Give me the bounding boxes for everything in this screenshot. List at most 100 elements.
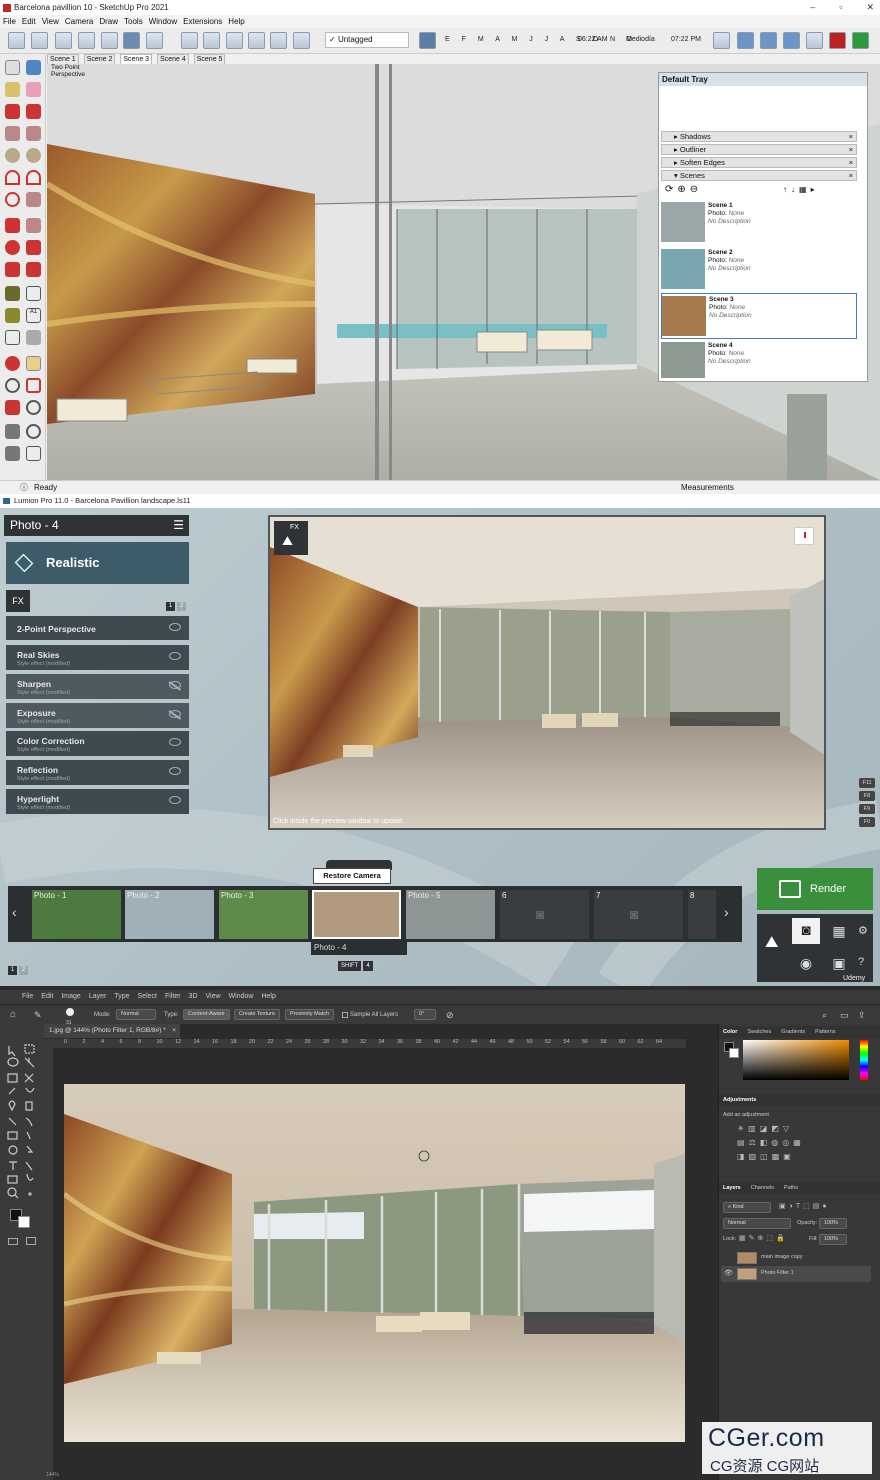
ps-menu-select[interactable]: Select xyxy=(138,990,157,1004)
front-view-icon[interactable] xyxy=(226,32,243,49)
restore-camera-tooltip[interactable]: Restore Camera xyxy=(313,868,391,884)
rotate-tool-icon[interactable] xyxy=(5,240,20,255)
polygon-tool-icon[interactable] xyxy=(26,148,41,163)
workspace-icon[interactable]: ▭ xyxy=(840,1005,849,1025)
position-camera-icon[interactable] xyxy=(5,424,20,439)
effect-sharpen[interactable]: Sharpen Style effect (modified) xyxy=(6,674,189,699)
extension-5-icon[interactable] xyxy=(829,32,846,49)
menu-file[interactable]: File xyxy=(3,15,16,28)
strip-page-1[interactable]: 1 xyxy=(8,966,17,975)
previous-view-icon[interactable] xyxy=(26,400,41,415)
extension-6-icon[interactable] xyxy=(852,32,869,49)
tag-dropdown[interactable]: ✓ Untagged xyxy=(325,32,409,48)
offset-tool-icon[interactable] xyxy=(26,262,41,277)
render-button[interactable]: Render xyxy=(757,868,873,910)
search-icon[interactable]: ⌕ xyxy=(822,1005,827,1025)
visibility-eye-icon[interactable] xyxy=(169,767,181,775)
menu-draw[interactable]: Draw xyxy=(99,15,118,28)
camera-view-icon[interactable] xyxy=(794,527,814,545)
tab-layers[interactable]: Layers xyxy=(723,1182,741,1194)
scale-tool-icon[interactable] xyxy=(5,262,20,277)
strip-page-2[interactable]: 2 xyxy=(19,966,28,975)
style-button[interactable]: Realistic xyxy=(6,542,189,584)
camera-orbit-icon[interactable] xyxy=(713,32,730,49)
document-image[interactable] xyxy=(64,1084,685,1442)
background-color-swatch[interactable] xyxy=(18,1216,30,1228)
ps-menu-edit[interactable]: Edit xyxy=(41,990,53,1004)
rotated-rectangle-icon[interactable] xyxy=(26,126,41,141)
settings-gear-icon[interactable]: ⚙ xyxy=(858,924,868,937)
zoom-extents-icon[interactable] xyxy=(5,400,20,415)
fx-figure-icon[interactable]: ⛰ xyxy=(765,934,778,952)
effect-real-skies[interactable]: Real Skies Style effect (modified) xyxy=(6,645,189,670)
shadows-toggle-icon[interactable] xyxy=(419,32,436,49)
walk-tool-icon[interactable] xyxy=(5,446,20,461)
scene-tab-2[interactable]: Scene 2 xyxy=(83,54,116,64)
key-f8[interactable]: F8 xyxy=(859,791,875,801)
3d-text-icon[interactable] xyxy=(26,330,41,345)
visibility-eye-icon[interactable] xyxy=(169,652,181,660)
minimize-button[interactable]: – xyxy=(810,0,815,15)
ps-menu-3d[interactable]: 3D xyxy=(189,990,198,1004)
two-point-arc-icon[interactable] xyxy=(26,170,41,185)
key-f9[interactable]: F9 xyxy=(859,804,875,814)
view-options-icon[interactable]: ▦ xyxy=(799,185,811,194)
scene-tab-5[interactable]: Scene 5 xyxy=(193,54,226,64)
vibrance-icon[interactable]: ▽ xyxy=(783,1124,793,1133)
menu-help[interactable]: Help xyxy=(228,15,244,28)
style-hiddenline-icon[interactable] xyxy=(78,32,95,49)
photo-thumb-8[interactable]: 8 xyxy=(688,890,716,939)
angle-field[interactable]: 0° xyxy=(414,1009,436,1020)
circle-tool-icon[interactable] xyxy=(5,148,20,163)
pie-tool-icon[interactable] xyxy=(26,192,41,207)
black-white-icon[interactable]: ◧ xyxy=(760,1138,772,1147)
ps-menu-image[interactable]: Image xyxy=(61,990,80,1004)
home-icon[interactable]: ⌂ xyxy=(10,1005,16,1025)
three-point-arc-icon[interactable] xyxy=(5,192,20,207)
top-view-icon[interactable] xyxy=(203,32,220,49)
tab-patterns[interactable]: Patterns xyxy=(815,1026,835,1038)
layer-row-main-image-copy[interactable]: main image copy xyxy=(721,1250,871,1266)
extension-4-icon[interactable] xyxy=(806,32,823,49)
ps-menu-window[interactable]: Window xyxy=(229,990,254,1004)
scene-tab-1[interactable]: Scene 1 xyxy=(47,54,79,64)
ps-menu-filter[interactable]: Filter xyxy=(165,990,181,1004)
layer-filter-kind[interactable]: ⌕ Kind xyxy=(723,1202,771,1213)
layer-row-photo-filter[interactable]: 👁 Photo Filter 1 xyxy=(721,1266,871,1282)
menu-window[interactable]: Window xyxy=(149,15,177,28)
ps-menu-file[interactable]: File xyxy=(22,990,33,1004)
move-scene-up-icon[interactable]: ↑ xyxy=(783,185,791,194)
text-tool-icon[interactable]: A1 xyxy=(26,308,41,323)
paint-bucket-icon[interactable] xyxy=(5,82,20,97)
color-picker-field[interactable] xyxy=(743,1040,849,1080)
curves-icon[interactable]: ◪ xyxy=(760,1124,772,1133)
brightness-contrast-icon[interactable]: ☀ xyxy=(737,1124,748,1133)
photo-filter-icon[interactable]: ◍ xyxy=(771,1138,782,1147)
tab-color[interactable]: Color xyxy=(723,1026,737,1038)
save-icon[interactable]: ▣ xyxy=(825,950,853,976)
preview-fx-button[interactable]: FX ⛰ xyxy=(274,521,308,555)
levels-icon[interactable]: ▥ xyxy=(748,1124,760,1133)
ps-menu-layer[interactable]: Layer xyxy=(89,990,107,1004)
hue-saturation-icon[interactable]: ▤ xyxy=(737,1138,749,1147)
photo-thumb-3[interactable]: Photo - 3 xyxy=(219,890,308,939)
posterize-icon[interactable]: ▨ xyxy=(749,1152,761,1161)
effect-reflection[interactable]: Reflection Style effect (modified) xyxy=(6,760,189,785)
line-tool-icon[interactable] xyxy=(5,104,20,119)
movie-mode-icon[interactable]: ▦ xyxy=(825,918,853,944)
axes-tool-icon[interactable] xyxy=(5,330,20,345)
opacity-field[interactable]: 100% xyxy=(819,1218,847,1229)
tab-adjustments[interactable]: Adjustments xyxy=(723,1094,756,1106)
menu-extensions[interactable]: Extensions xyxy=(183,15,222,28)
close-icon[interactable]: × xyxy=(849,145,853,155)
tab-swatches[interactable]: Swatches xyxy=(747,1026,771,1038)
style-monochrome-icon[interactable] xyxy=(146,32,163,49)
style-textured-icon[interactable] xyxy=(123,32,140,49)
type-content-aware[interactable]: Content-Aware xyxy=(183,1009,230,1020)
close-icon[interactable]: × xyxy=(849,158,853,168)
menu-view[interactable]: View xyxy=(42,15,59,28)
mode-select[interactable]: Normal xyxy=(116,1009,156,1020)
orbit-tool-icon[interactable] xyxy=(5,356,20,371)
sample-all-checkbox[interactable] xyxy=(342,1012,348,1018)
scene-tab-3[interactable]: Scene 3 xyxy=(120,54,153,64)
